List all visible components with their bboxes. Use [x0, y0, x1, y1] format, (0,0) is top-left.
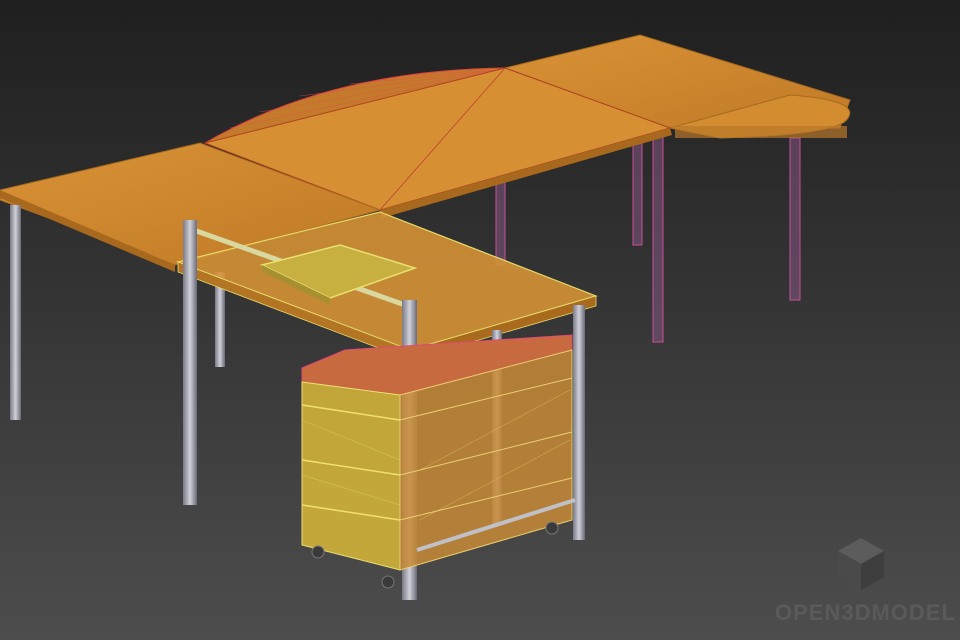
- desk-render-scene: [0, 0, 960, 640]
- watermark-text: OPEN3DMODEL: [775, 600, 956, 625]
- round-end-edge: [675, 126, 847, 138]
